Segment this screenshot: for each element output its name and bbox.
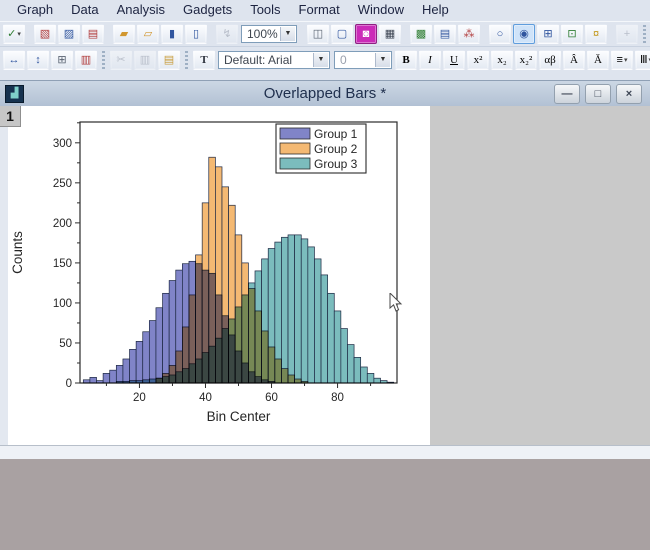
open-template-icon[interactable]: ▱ (137, 24, 159, 44)
window-left-edge (0, 106, 8, 446)
open-icon[interactable]: ▰ (113, 24, 135, 44)
menu-gadgets[interactable]: Gadgets (174, 0, 241, 20)
new-graph-icon[interactable]: ▧ (34, 24, 56, 44)
superscript-button[interactable]: x² (467, 50, 489, 70)
svg-text:60: 60 (265, 392, 278, 404)
svg-text:300: 300 (53, 138, 72, 150)
font-icon[interactable]: T (193, 50, 215, 70)
menu-format[interactable]: Format (290, 0, 349, 20)
digitizer-icon[interactable]: ▩ (410, 24, 432, 44)
dropdown-arrow-icon[interactable]: ▼ (313, 53, 328, 67)
greek-button[interactable]: αβ (539, 50, 561, 70)
script-window-icon[interactable]: ⊡ (561, 24, 583, 44)
save-template-icon[interactable]: ▯ (185, 24, 207, 44)
graph-window-client: 20 40 60 80 0 50 100 150 200 250 300 Bin Center Coun… (0, 106, 650, 446)
new-picture-icon[interactable]: ▤ (82, 24, 104, 44)
svg-text:50: 50 (59, 338, 72, 350)
menu-bar: GraphDataAnalysisGadgetsToolsFormatWindo… (0, 0, 650, 20)
print-icon[interactable]: ◫ (307, 24, 329, 44)
underline-button[interactable]: U (443, 50, 465, 70)
layer-1-badge[interactable]: 1 (0, 106, 21, 127)
rescale-axes-icon[interactable]: ↔ (3, 50, 25, 70)
video-icon[interactable]: ▦ (379, 24, 401, 44)
subsuperscript-button[interactable]: x₂² (515, 50, 537, 70)
svg-text:Group 2: Group 2 (314, 142, 358, 156)
toolbar-grip (100, 51, 107, 69)
toolbar-standard: ✓▾▧▨▤▰▱▮▯↯100%▼◫▢◙▦▩▤⁂○◉⊞⊡¤+Σ∑⇅¹²³ (0, 21, 650, 45)
layout-icon[interactable]: ▤ (434, 24, 456, 44)
app-chrome: GraphDataAnalysisGadgetsToolsFormatWindo… (0, 0, 650, 80)
settings-gear-icon[interactable]: ¤ (585, 24, 607, 44)
menu-analysis[interactable]: Analysis (108, 0, 174, 20)
svg-text:100: 100 (53, 298, 72, 310)
dropdown-arrow-icon[interactable]: ▼ (375, 53, 390, 67)
worksheet-icon[interactable]: ⊞ (537, 24, 559, 44)
italic-button[interactable]: I (419, 50, 441, 70)
font-combo[interactable]: Default: Arial▼ (218, 51, 330, 69)
decrease-font-button[interactable]: Ǎ (587, 50, 609, 70)
alignment-button[interactable]: ≡▾ (611, 50, 633, 70)
menu-help[interactable]: Help (413, 0, 458, 20)
toolbar-grip (183, 51, 190, 69)
graph-window-titlebar[interactable]: ▟ Overlapped Bars * — □ × (0, 81, 650, 106)
toolbar-separator (608, 24, 615, 44)
svg-text:200: 200 (53, 218, 72, 230)
svg-text:80: 80 (331, 392, 344, 404)
toolbar-separator (402, 24, 409, 44)
svg-text:0: 0 (66, 378, 72, 390)
zoom-combo[interactable]: 100%▼ (241, 25, 297, 43)
svg-text:Group 1: Group 1 (314, 127, 358, 141)
dropdown-arrow-icon[interactable]: ▼ (280, 27, 295, 41)
toolbar-separator (481, 24, 488, 44)
window-bottom-edge (0, 445, 650, 459)
close-button[interactable]: × (616, 84, 642, 104)
bold-button[interactable]: B (395, 50, 417, 70)
graph-window-title: Overlapped Bars * (0, 85, 650, 102)
graph-page[interactable]: 20 40 60 80 0 50 100 150 200 250 300 Bin Center Coun… (8, 106, 430, 445)
zoom-in-icon[interactable]: ◉ (513, 24, 535, 44)
svg-text:40: 40 (199, 392, 212, 404)
zoom-out-icon[interactable]: ○ (489, 24, 511, 44)
y-axis-title: Counts (10, 231, 25, 274)
cut-icon[interactable]: ✂ (110, 50, 132, 70)
add-column-icon[interactable]: + (616, 24, 638, 44)
increase-font-button[interactable]: Â (563, 50, 585, 70)
project-explorer-icon[interactable]: ⁂ (458, 24, 480, 44)
maximize-button[interactable]: □ (585, 84, 611, 104)
toolbar-separator (26, 24, 33, 44)
border-button[interactable]: Ⅲ▾ (635, 50, 650, 70)
paste-icon[interactable]: ▤ (158, 50, 180, 70)
toolbar-separator (208, 24, 215, 44)
size-combo[interactable]: 0▼ (334, 51, 392, 69)
svg-text:150: 150 (53, 258, 72, 270)
subscript-button[interactable]: x₂ (491, 50, 513, 70)
menu-data[interactable]: Data (62, 0, 107, 20)
insert-table-icon[interactable]: ⊞ (51, 50, 73, 70)
svg-text:Group 3: Group 3 (314, 157, 358, 171)
toolbar-format: ↔↕⊞▥✂▥▤TDefault: Arial▼0▼BIUx²x₂x₂²αβÂǍ≡… (0, 46, 650, 72)
x-axis-title: Bin Center (207, 409, 271, 424)
svg-text:20: 20 (133, 392, 146, 404)
import-wizard-icon[interactable]: ▨ (58, 24, 80, 44)
copy-icon[interactable]: ▥ (134, 50, 156, 70)
graph-template-icon[interactable]: ✓▾ (3, 24, 25, 44)
resize-layer-icon[interactable]: ↕ (27, 50, 49, 70)
menu-graph[interactable]: Graph (8, 0, 62, 20)
toolbar-separator (299, 24, 306, 44)
fullscreen-icon[interactable]: ◙ (355, 24, 377, 44)
histogram-chart: 20 40 60 80 0 50 100 150 200 250 300 Bin Center Coun… (8, 106, 430, 445)
menu-window[interactable]: Window (349, 0, 413, 20)
save-icon[interactable]: ▮ (161, 24, 183, 44)
duplicate-sheet-icon[interactable]: ▥ (75, 50, 97, 70)
toolbar-separator (105, 24, 112, 44)
graph-window: ▟ Overlapped Bars * — □ × 20 40 60 80 0 50 100… (0, 80, 650, 458)
menu-tools[interactable]: Tools (241, 0, 289, 20)
origin-app: { "menu": { "items": ["Graph", "Data", "… (0, 0, 650, 550)
svg-text:250: 250 (53, 178, 72, 190)
toolbar-grip (641, 25, 648, 43)
minimize-button[interactable]: — (554, 84, 580, 104)
recalculate-icon[interactable]: ↯ (216, 24, 238, 44)
slideshow-icon[interactable]: ▢ (331, 24, 353, 44)
legend: Group 1Group 2Group 3 (276, 124, 366, 173)
